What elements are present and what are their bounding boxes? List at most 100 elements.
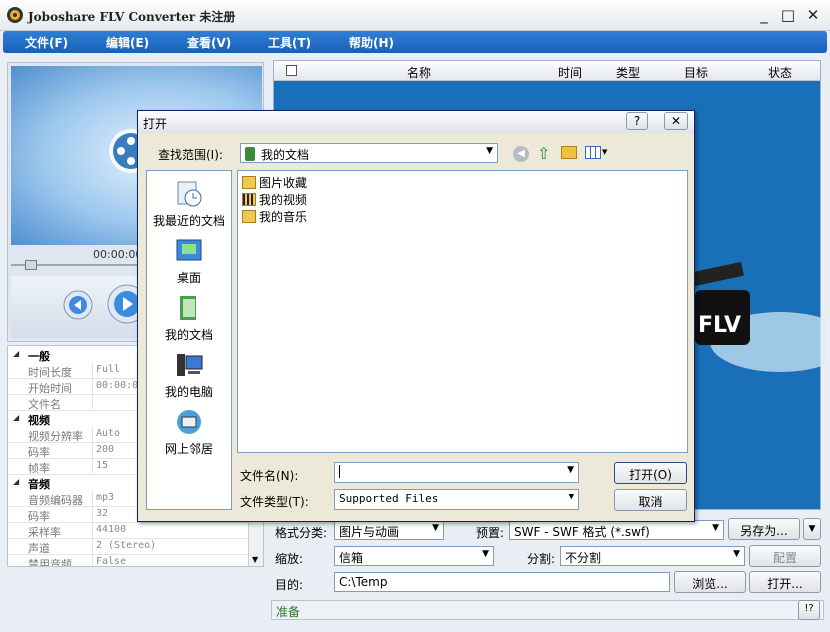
- zoom-select[interactable]: 信箱▼: [334, 546, 494, 566]
- property-label: 采样率: [28, 524, 61, 540]
- place-network-label: 网上邻居: [147, 440, 231, 457]
- collapse-icon[interactable]: ◢: [13, 477, 19, 486]
- menu-help[interactable]: 帮助(H): [349, 34, 394, 51]
- menu-bar: 文件(F) 编辑(E) 查看(V) 工具(T) 帮助(H): [3, 31, 827, 53]
- property-value[interactable]: 32: [96, 508, 108, 519]
- destination-input[interactable]: C:\Temp: [334, 572, 670, 592]
- up-folder-icon[interactable]: ⇧: [537, 144, 550, 163]
- column-divider: [92, 555, 93, 567]
- property-value[interactable]: Auto: [96, 428, 120, 439]
- view-menu-icon[interactable]: [585, 146, 601, 159]
- place-computer[interactable]: 我的电脑: [147, 350, 231, 400]
- place-desktop[interactable]: 桌面: [147, 236, 231, 286]
- destination-label: 目的:: [275, 576, 303, 593]
- select-all-checkbox[interactable]: [286, 65, 297, 76]
- property-label: 码率: [28, 508, 50, 524]
- close-button[interactable]: ✕: [803, 5, 823, 25]
- property-value[interactable]: 00:00:0: [96, 380, 138, 391]
- chevron-down-icon[interactable]: ▼: [602, 148, 607, 156]
- collapse-icon[interactable]: ◢: [13, 413, 19, 422]
- property-value[interactable]: False: [96, 556, 126, 567]
- brand-text: FLV: [698, 313, 741, 338]
- column-target[interactable]: 目标: [684, 64, 708, 81]
- folder-item[interactable]: 我的视频: [242, 191, 307, 207]
- filetype-select[interactable]: Supported Files▼: [334, 489, 579, 510]
- dialog-title-bar: 打开 ? ✕: [138, 111, 694, 133]
- property-label: 禁用音频: [28, 556, 72, 567]
- column-name[interactable]: 名称: [407, 64, 431, 81]
- column-divider: [92, 363, 93, 379]
- folder-item[interactable]: 我的音乐: [242, 208, 307, 224]
- property-value[interactable]: 200: [96, 444, 114, 455]
- property-row[interactable]: 采样率 44100: [8, 523, 248, 539]
- preset-select[interactable]: SWF - SWF 格式 (*.swf)▼: [509, 520, 724, 540]
- menu-tools[interactable]: 工具(T): [268, 34, 311, 51]
- open-folder-button[interactable]: 打开...: [749, 571, 821, 593]
- seek-handle[interactable]: [25, 260, 37, 270]
- title-bar: Joboshare FLV Converter 未注册 _ □ ✕: [0, 0, 830, 31]
- brand-logo: FLV: [690, 262, 825, 372]
- menu-file[interactable]: 文件(F): [25, 34, 68, 51]
- preset-value: SWF - SWF 格式 (*.swf): [514, 525, 650, 539]
- browse-button[interactable]: 浏览...: [674, 571, 746, 593]
- folder-label: 我的音乐: [259, 210, 307, 224]
- look-in-label: 查找范围(I):: [158, 146, 223, 163]
- folder-label: 图片收藏: [259, 176, 307, 190]
- property-label: 声道: [28, 540, 50, 556]
- music-folder-icon: [242, 210, 256, 223]
- dialog-close-button[interactable]: ✕: [664, 112, 688, 130]
- scroll-down-icon[interactable]: ▼: [252, 555, 258, 564]
- new-folder-icon[interactable]: [561, 146, 577, 159]
- network-icon: [174, 407, 204, 437]
- property-value[interactable]: 15: [96, 460, 108, 471]
- folder-item[interactable]: 图片收藏: [242, 174, 307, 190]
- collapse-icon[interactable]: ◢: [13, 349, 19, 358]
- split-select[interactable]: 不分割▼: [560, 546, 745, 566]
- help-small-button[interactable]: !?: [798, 600, 820, 620]
- desktop-icon: [174, 236, 204, 266]
- property-value[interactable]: 2 (Stereo): [96, 540, 156, 551]
- place-network[interactable]: 网上邻居: [147, 407, 231, 457]
- dialog-cancel-button[interactable]: 取消: [614, 489, 687, 511]
- folder-label: 我的视频: [259, 193, 307, 207]
- save-as-dropdown[interactable]: ▼: [803, 518, 821, 540]
- property-value[interactable]: Full: [96, 364, 120, 375]
- previous-button[interactable]: [63, 290, 93, 320]
- restore-button[interactable]: □: [778, 5, 798, 25]
- format-category-select[interactable]: 图片与动画▼: [334, 520, 444, 540]
- column-divider: [92, 459, 93, 475]
- property-row[interactable]: 禁用音频 False: [8, 555, 248, 567]
- file-listview[interactable]: 图片收藏 我的视频 我的音乐: [237, 170, 688, 453]
- save-as-button[interactable]: 另存为...: [728, 518, 800, 540]
- back-icon[interactable]: ◀: [513, 146, 529, 162]
- menu-view[interactable]: 查看(V): [187, 34, 231, 51]
- property-row[interactable]: 声道 2 (Stereo): [8, 539, 248, 555]
- status-bar: 准备: [271, 600, 824, 620]
- text-cursor: [339, 465, 340, 478]
- recent-documents-icon: [174, 179, 204, 209]
- property-value[interactable]: mp3: [96, 492, 114, 503]
- pictures-folder-icon: [242, 176, 256, 189]
- look-in-select[interactable]: 我的文档▼: [240, 143, 498, 163]
- filename-input[interactable]: ▼: [334, 462, 579, 483]
- column-divider: [92, 507, 93, 523]
- place-documents[interactable]: 我的文档: [147, 293, 231, 343]
- column-divider: [92, 523, 93, 539]
- place-documents-label: 我的文档: [147, 326, 231, 343]
- configure-button[interactable]: 配置: [749, 545, 821, 567]
- menu-edit[interactable]: 编辑(E): [106, 34, 149, 51]
- property-label: 文件名: [28, 396, 61, 412]
- column-time[interactable]: 时间: [558, 64, 582, 81]
- property-label: 码率: [28, 444, 50, 460]
- column-status[interactable]: 状态: [768, 64, 792, 81]
- dialog-help-button[interactable]: ?: [626, 112, 648, 130]
- split-value: 不分割: [565, 551, 601, 565]
- clapperboard-icon: FLV: [690, 262, 825, 372]
- minimize-button[interactable]: _: [754, 5, 774, 25]
- property-label: 开始时间: [28, 380, 72, 396]
- column-type[interactable]: 类型: [616, 64, 640, 81]
- dialog-open-button[interactable]: 打开(O): [614, 462, 687, 484]
- property-value[interactable]: 44100: [96, 524, 126, 535]
- place-computer-label: 我的电脑: [147, 383, 231, 400]
- place-recent[interactable]: 我最近的文档: [147, 179, 231, 229]
